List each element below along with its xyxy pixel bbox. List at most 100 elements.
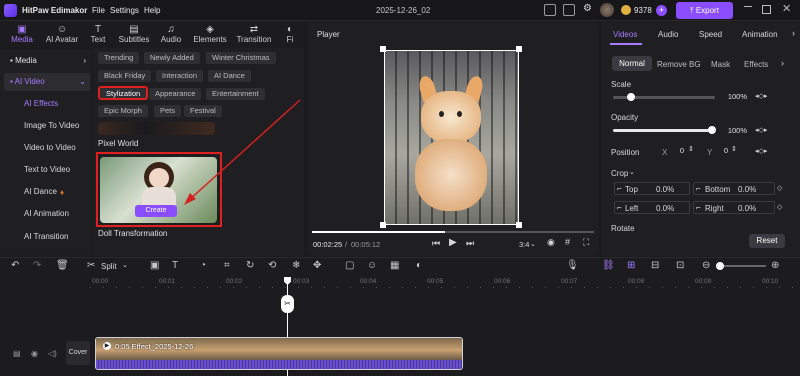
reset-button[interactable]: Reset bbox=[749, 234, 785, 248]
tab-audio[interactable]: Audio bbox=[658, 30, 678, 39]
opacity-slider[interactable] bbox=[613, 129, 711, 132]
resize-handle[interactable] bbox=[380, 46, 386, 52]
chip-winter-christmas[interactable]: Winter Christmas bbox=[206, 52, 276, 64]
link-icon[interactable]: ⛓ bbox=[602, 260, 615, 272]
video-clip[interactable]: ▶ 0:05 Effect_2025-12-26 bbox=[95, 337, 463, 370]
chip-interaction[interactable]: Interaction bbox=[156, 70, 204, 82]
crop-bottom-field[interactable]: ⌐ Bottom 0.0% bbox=[693, 182, 775, 195]
avatar[interactable] bbox=[600, 3, 614, 17]
monitor-icon[interactable] bbox=[563, 4, 575, 16]
chip-pets[interactable]: Pets bbox=[154, 105, 182, 117]
scale-value[interactable]: 100% bbox=[722, 91, 747, 103]
position-x-input[interactable]: 0 bbox=[672, 145, 684, 157]
close-icon[interactable]: ✕ bbox=[782, 2, 791, 15]
tab-text[interactable]: T Text bbox=[80, 24, 116, 48]
mosaic-icon[interactable]: ▦ bbox=[390, 260, 399, 272]
settings-icon[interactable]: ⚙ bbox=[583, 3, 592, 14]
chevron-down-icon[interactable]: ⌄ bbox=[629, 168, 635, 176]
tab-elements[interactable]: ◈ Elements bbox=[190, 24, 230, 48]
speed-icon[interactable]: ◔ bbox=[200, 260, 206, 272]
sidebar-item-media[interactable]: ▪ Media › bbox=[4, 52, 90, 70]
chip-trending[interactable]: Trending bbox=[98, 52, 140, 64]
resize-handle[interactable] bbox=[380, 222, 386, 228]
undo-icon[interactable]: ↶ bbox=[11, 260, 19, 272]
playback-progress-track[interactable] bbox=[312, 231, 594, 233]
chip-black-friday[interactable]: Black Friday bbox=[98, 70, 152, 82]
caption-icon[interactable]: ▢ bbox=[345, 260, 354, 272]
sidebar-item-ai-dance[interactable]: AI Dance bbox=[24, 182, 64, 202]
chip-epic-morph[interactable]: Epic Morph bbox=[98, 105, 148, 117]
eye-icon[interactable]: ◉ bbox=[31, 349, 38, 358]
keyframe-icon[interactable]: ◇ bbox=[777, 203, 782, 211]
chevron-right-icon[interactable]: › bbox=[781, 58, 784, 68]
redo-icon[interactable]: ↷ bbox=[33, 260, 41, 272]
tab-speed[interactable]: Speed bbox=[699, 30, 722, 39]
opacity-slider-knob[interactable] bbox=[708, 126, 716, 134]
freeze-icon[interactable]: ❄ bbox=[292, 260, 300, 272]
crop-top-field[interactable]: ⌐ Top 0.0% bbox=[614, 182, 690, 195]
crop-left-field[interactable]: ⌐ Left 0.0% bbox=[614, 201, 690, 214]
next-frame-icon[interactable]: ⏭ bbox=[466, 238, 474, 249]
snap-icon[interactable]: ⊞ bbox=[627, 260, 635, 272]
subtab-remove-bg[interactable]: Remove BG bbox=[657, 60, 701, 69]
transform-icon[interactable]: ✥ bbox=[313, 260, 321, 272]
tab-filters[interactable]: ◐ Fi bbox=[280, 24, 300, 48]
zoom-out-icon[interactable]: ⊖ bbox=[702, 260, 710, 272]
grid-icon[interactable]: # bbox=[565, 237, 570, 247]
export-button[interactable]: ⤒ Export bbox=[676, 2, 733, 19]
aspect-ratio-select[interactable]: 3:4 bbox=[519, 240, 529, 249]
resize-handle[interactable] bbox=[516, 222, 522, 228]
layout-icon[interactable] bbox=[544, 4, 556, 16]
video-preview[interactable] bbox=[384, 50, 519, 225]
tab-audio[interactable]: ♫ Audio bbox=[154, 24, 188, 48]
play-icon[interactable]: ▶ bbox=[449, 237, 457, 248]
reverse-icon[interactable]: ⟲ bbox=[268, 260, 276, 272]
prev-frame-icon[interactable]: ⏮ bbox=[432, 238, 440, 249]
tab-videos[interactable]: Videos bbox=[613, 30, 637, 39]
mute-icon[interactable]: ◁) bbox=[48, 349, 57, 358]
resize-handle[interactable] bbox=[516, 46, 522, 52]
zoom-in-icon[interactable]: ⊕ bbox=[771, 260, 779, 272]
cover-button[interactable]: Cover bbox=[66, 341, 90, 365]
keyframe-icon[interactable]: ◂◇▸ bbox=[755, 92, 767, 100]
subtab-normal[interactable]: Normal bbox=[612, 56, 652, 71]
color-icon[interactable]: ◐ bbox=[416, 260, 422, 272]
fit-icon[interactable]: ⊡ bbox=[676, 260, 684, 272]
keyframe-icon[interactable]: ◂◇▸ bbox=[755, 126, 767, 134]
snapshot-icon[interactable]: ◉ bbox=[547, 237, 555, 248]
tab-animation[interactable]: Animation bbox=[742, 30, 778, 39]
chevron-down-icon[interactable]: ⌄ bbox=[122, 261, 128, 269]
split-marker-icon[interactable]: ✂ bbox=[281, 295, 294, 313]
avatar-tool-icon[interactable]: ☺ bbox=[367, 260, 377, 272]
opacity-value[interactable]: 100% bbox=[722, 125, 747, 137]
crop-icon[interactable]: ⌗ bbox=[224, 260, 230, 272]
tab-subtitles[interactable]: ▤ Subtitles bbox=[115, 24, 153, 48]
chip-stylization[interactable]: Stylization bbox=[97, 86, 149, 100]
keyframe-icon[interactable]: ◇ bbox=[777, 184, 782, 192]
chip-newly-added[interactable]: Newly Added bbox=[144, 52, 200, 64]
ai-tool-icon[interactable]: ▣ bbox=[150, 260, 159, 272]
maximize-icon[interactable] bbox=[762, 5, 771, 14]
menu-help[interactable]: Help bbox=[144, 6, 160, 15]
crop-right-field[interactable]: ⌐ Right 0.0% bbox=[693, 201, 775, 214]
fullscreen-icon[interactable]: ⛶ bbox=[583, 237, 589, 248]
delete-icon[interactable]: 🗑 bbox=[56, 260, 69, 272]
rotate-icon[interactable]: ↻ bbox=[246, 260, 254, 272]
keyframe-icon[interactable]: ◂◇▸ bbox=[755, 147, 767, 155]
zoom-slider-knob[interactable] bbox=[716, 262, 724, 270]
tab-media[interactable]: ▣ Media bbox=[2, 24, 42, 48]
microphone-icon[interactable]: 🎙 bbox=[566, 260, 579, 272]
stepper-icon[interactable]: ⇕ bbox=[731, 145, 737, 153]
subtab-effects[interactable]: Effects bbox=[744, 60, 768, 69]
position-y-input[interactable]: 0 bbox=[716, 145, 728, 157]
menu-settings[interactable]: Settings bbox=[110, 6, 139, 15]
scale-slider-knob[interactable] bbox=[627, 93, 635, 101]
subtab-mask[interactable]: Mask bbox=[711, 60, 730, 69]
split-button[interactable]: Split bbox=[101, 262, 117, 271]
text-icon[interactable]: T bbox=[172, 260, 178, 272]
minimize-icon[interactable] bbox=[744, 6, 752, 7]
chevron-right-icon[interactable]: › bbox=[792, 28, 795, 38]
sidebar-item-ai-video[interactable]: ▪ AI Video ⌄ bbox=[4, 73, 90, 91]
scissors-icon[interactable]: ✂ bbox=[87, 260, 95, 272]
stepper-icon[interactable]: ⇕ bbox=[688, 145, 694, 153]
